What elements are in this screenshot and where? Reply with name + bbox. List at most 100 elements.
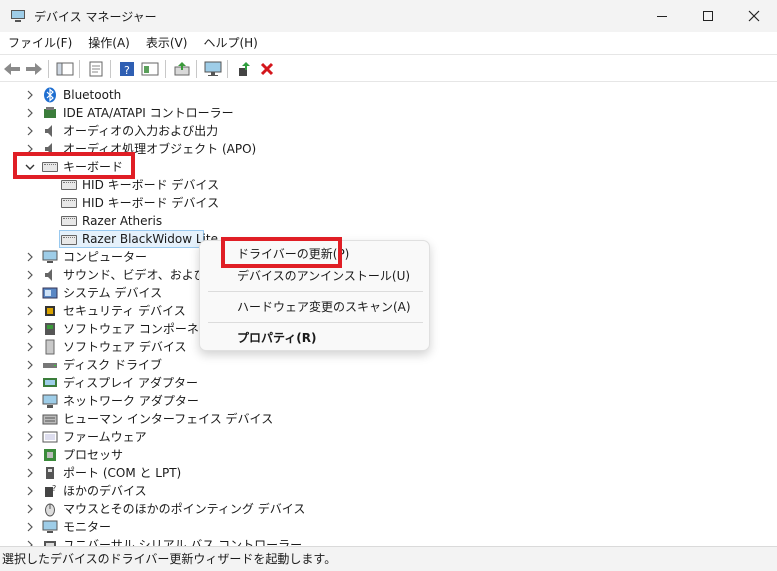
tree-item-human-interface-devices[interactable]: ヒューマン インターフェイス デバイス <box>0 410 400 428</box>
enable-device-button[interactable] <box>234 59 254 79</box>
chevron-right-icon[interactable] <box>24 305 36 317</box>
tree-item-processors[interactable]: プロセッサ <box>0 446 400 464</box>
forward-icon <box>26 63 42 75</box>
chevron-right-icon[interactable] <box>24 323 36 335</box>
menu-view[interactable]: 表示(V) <box>138 32 196 54</box>
disk-drive-icon <box>43 363 57 368</box>
close-button[interactable] <box>731 0 777 32</box>
menu-help[interactable]: ヘルプ(H) <box>195 32 265 54</box>
chevron-right-icon[interactable] <box>24 89 36 101</box>
software-component-icon <box>45 323 55 335</box>
tree-child-razer-atheris[interactable]: Razer Atheris <box>0 212 400 230</box>
update-driver-highlight-box <box>221 237 342 268</box>
system-devices-icon <box>42 287 58 299</box>
tree-item-display-adapters[interactable]: ディスプレイ アダプター <box>0 374 400 392</box>
port-icon <box>46 467 54 479</box>
chevron-right-icon[interactable] <box>24 431 36 443</box>
display-adapter-icon <box>43 378 57 387</box>
enable-device-icon <box>239 62 250 76</box>
tree-child-hid-keyboard-2[interactable]: HID キーボード デバイス <box>0 194 400 212</box>
tree-item-mice[interactable]: マウスとそのほかのポインティング デバイス <box>0 500 400 518</box>
back-button[interactable] <box>2 59 22 79</box>
chevron-right-icon[interactable] <box>24 287 36 299</box>
tree-item-disk-drives[interactable]: ディスク ドライブ <box>0 356 400 374</box>
chevron-right-icon[interactable] <box>24 413 36 425</box>
ctx-item-label: プロパティ(R) <box>237 331 317 345</box>
ctx-scan-hardware[interactable]: ハードウェア変更のスキャン(A) <box>200 295 431 319</box>
tree-item-label: ほかのデバイス <box>63 484 147 498</box>
properties-button[interactable] <box>86 59 106 79</box>
tree-item-label: システム デバイス <box>63 286 163 300</box>
tree-item-other-devices[interactable]: ? ほかのデバイス <box>0 482 400 500</box>
ide-controller-icon <box>44 107 56 118</box>
tree-item-label: ネットワーク アダプター <box>63 394 199 408</box>
keyboard-icon <box>61 235 77 245</box>
chevron-right-icon[interactable] <box>24 107 36 119</box>
tree-item-audio-io[interactable]: オーディオの入力および出力 <box>0 122 400 140</box>
title-bar: デバイス マネージャー <box>0 0 777 32</box>
chevron-right-icon[interactable] <box>24 125 36 137</box>
update-driver-button[interactable] <box>172 59 192 79</box>
keyboard-icon <box>61 198 77 208</box>
chevron-right-icon[interactable] <box>24 539 36 546</box>
maximize-button[interactable] <box>685 0 731 32</box>
chevron-right-icon[interactable] <box>24 485 36 497</box>
chevron-right-icon[interactable] <box>24 449 36 461</box>
device-manager-icon <box>10 8 26 24</box>
chevron-right-icon[interactable] <box>24 269 36 281</box>
close-icon <box>748 10 760 22</box>
properties-icon <box>89 61 103 77</box>
firmware-icon <box>42 431 58 443</box>
uninstall-device-button[interactable] <box>257 59 277 79</box>
chevron-right-icon[interactable] <box>24 467 36 479</box>
tree-item-firmware[interactable]: ファームウェア <box>0 428 400 446</box>
chevron-right-icon[interactable] <box>24 341 36 353</box>
help-button[interactable]: ? <box>117 59 137 79</box>
chevron-right-icon[interactable] <box>24 521 36 533</box>
chevron-right-icon[interactable] <box>24 377 36 389</box>
bluetooth-icon <box>44 87 56 103</box>
keyboard-icon <box>61 216 77 226</box>
tree-item-label: コンピューター <box>63 250 148 264</box>
tree-item-label: マウスとそのほかのポインティング デバイス <box>63 502 306 516</box>
tree-child-razer-blackwidow-lite[interactable]: Razer BlackWidow Lite <box>59 230 218 248</box>
tree-item-label: ソフトウェア デバイス <box>63 340 187 354</box>
unknown-device-icon: ? <box>45 484 56 497</box>
ctx-properties[interactable]: プロパティ(R) <box>200 326 431 350</box>
tree-item-usb-controllers[interactable]: ユニバーサル シリアル バス コントローラー <box>0 536 400 546</box>
tree-item-monitors[interactable]: モニター <box>0 518 400 536</box>
minimize-button[interactable] <box>639 0 685 32</box>
tree-item-label: ユニバーサル シリアル バス コントローラー <box>63 538 303 546</box>
tree-item-label: IDE ATA/ATAPI コントローラー <box>63 106 234 120</box>
scan-hardware-button[interactable] <box>203 59 223 79</box>
chevron-right-icon[interactable] <box>24 359 36 371</box>
chevron-right-icon[interactable] <box>24 251 36 263</box>
network-adapter-icon <box>42 394 58 408</box>
svg-text:?: ? <box>124 64 130 77</box>
processor-icon <box>44 449 56 461</box>
menu-action[interactable]: 操作(A) <box>80 32 138 54</box>
menu-file[interactable]: ファイル(F) <box>0 32 80 54</box>
status-text: 選択したデバイスのドライバー更新ウィザードを起動します。 <box>2 552 337 566</box>
tree-item-label: プロセッサ <box>63 448 124 462</box>
tree-item-ide[interactable]: IDE ATA/ATAPI コントローラー <box>0 104 400 122</box>
computer-icon <box>42 250 58 263</box>
tree-item-label: Razer Atheris <box>82 214 163 228</box>
forward-button[interactable] <box>24 59 44 79</box>
help-icon: ? <box>120 62 134 77</box>
ctx-item-label: ハードウェア変更のスキャン(A) <box>237 300 411 314</box>
chevron-right-icon[interactable] <box>24 395 36 407</box>
tree-item-label: ディスプレイ アダプター <box>63 376 198 390</box>
chevron-right-icon[interactable] <box>24 503 36 515</box>
usb-controller-icon <box>44 541 56 546</box>
scan-hardware-icon <box>204 61 222 76</box>
speaker-icon <box>45 269 52 281</box>
speaker-icon <box>45 125 52 137</box>
tree-item-bluetooth[interactable]: Bluetooth <box>0 86 400 104</box>
show-hide-button[interactable] <box>55 59 75 79</box>
view-button[interactable] <box>140 59 160 79</box>
tree-item-label: オーディオの入力および出力 <box>63 124 219 138</box>
tree-item-label: ファームウェア <box>63 430 147 444</box>
tree-item-network-adapters[interactable]: ネットワーク アダプター <box>0 392 400 410</box>
tree-item-ports[interactable]: ポート (COM と LPT) <box>0 464 400 482</box>
